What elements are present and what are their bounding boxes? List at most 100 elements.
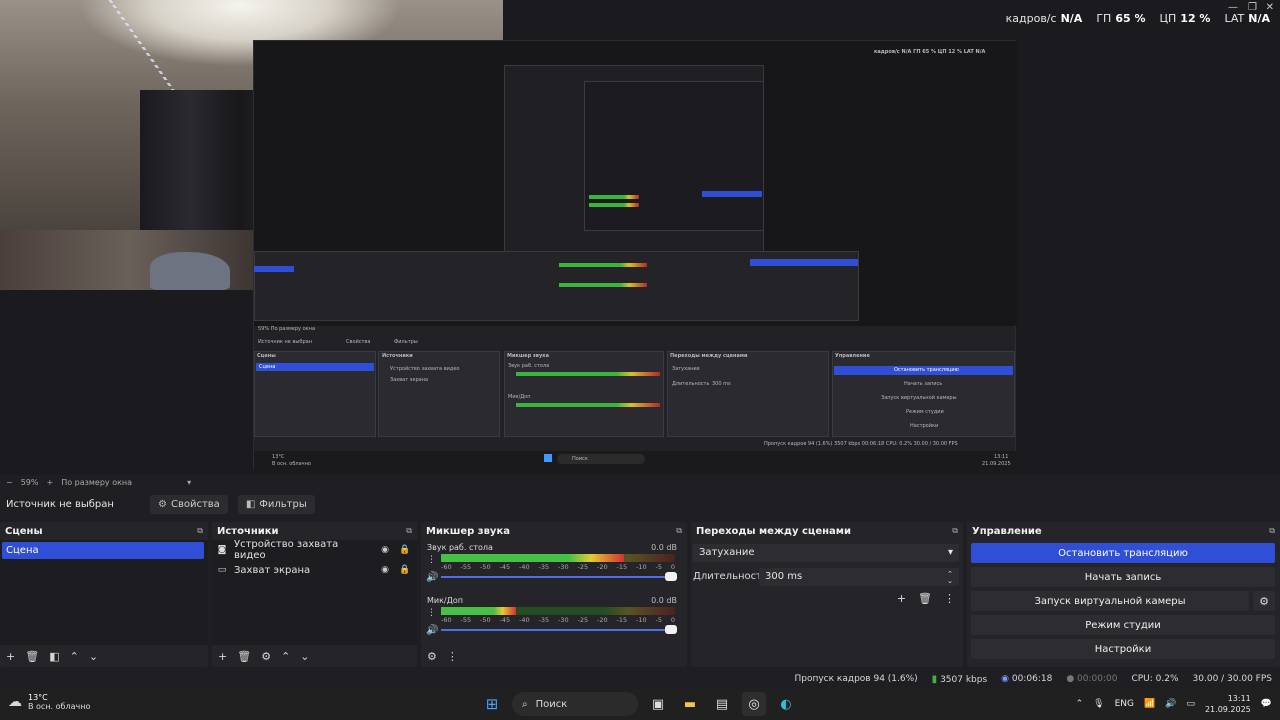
slider-handle[interactable] — [665, 572, 677, 581]
meter-tick-label: -35 — [538, 563, 550, 571]
stat-lat-label: LAT — [1224, 12, 1245, 25]
trash-icon[interactable]: 🗑 — [25, 650, 39, 663]
meter-tick-label: -5 — [655, 616, 662, 624]
meter-ticks: -60 -55 -50 -45 -40 -35 -30 -25 -20 -15 -10 -5 0 — [441, 616, 675, 626]
volume-slider[interactable] — [441, 572, 677, 581]
undock-icon[interactable]: ⧉ — [1269, 526, 1275, 536]
lock-icon[interactable]: 🔒 — [398, 565, 412, 575]
chevron-down-icon[interactable]: ⌄ — [89, 650, 98, 663]
mirror-stats: кадров/с N/A ГП 65 % ЦП 12 % LAT N/A — [874, 49, 986, 55]
zoom-in-icon[interactable]: + — [46, 478, 53, 487]
undock-icon[interactable]: ⧉ — [406, 526, 412, 536]
zoom-fit-select[interactable]: По размеру окна ▾ — [61, 478, 191, 487]
meter-tick-label: -50 — [480, 616, 491, 624]
mirror-fade: Затухание — [672, 366, 700, 372]
add-icon[interactable]: + — [218, 650, 227, 663]
trash-icon[interactable]: 🗑 — [918, 592, 932, 605]
chevron-up-icon[interactable]: ⌃ — [70, 650, 79, 663]
meter-tick-label: -25 — [577, 563, 589, 571]
duration-spinbox[interactable]: 300 ms ⌃ ⌄ — [759, 568, 959, 586]
mirror-ch1-meter — [516, 372, 660, 376]
transition-select[interactable]: Затухание ▾ — [693, 544, 959, 562]
trash-icon[interactable]: 🗑 — [237, 650, 251, 663]
volume-slider[interactable] — [441, 625, 677, 634]
eye-icon[interactable]: ◉ — [378, 565, 392, 575]
taskbar-search[interactable]: ⌕ Поиск — [512, 692, 638, 716]
source-name: Устройство захвата видео — [234, 539, 339, 561]
filters-label: Фильтры — [259, 498, 307, 510]
undock-icon[interactable]: ⧉ — [676, 526, 682, 536]
battery-icon[interactable]: ▭ — [1186, 699, 1195, 709]
chevron-up-icon[interactable]: ⌃ — [1076, 699, 1084, 709]
meter-tick-label: -30 — [558, 616, 569, 624]
eye-icon[interactable]: ◉ — [378, 545, 392, 555]
zoom-out-icon[interactable]: − — [6, 478, 13, 487]
mirror-no-source: Источник не выбран — [258, 339, 312, 345]
source-row-video-capture[interactable]: ◙ Устройство захвата видео ◉ 🔒 — [216, 539, 412, 561]
mirror-l2-meter — [559, 263, 647, 267]
settings-button[interactable]: Настройки — [971, 639, 1275, 659]
gear-icon[interactable]: ⚙ — [261, 650, 271, 663]
wifi-icon[interactable]: 📶 — [1144, 699, 1155, 709]
speaker-icon[interactable]: 🔊 — [426, 625, 438, 636]
spin-arrows-icon[interactable]: ⌃ ⌄ — [947, 571, 953, 585]
speaker-icon[interactable]: 🔊 — [426, 572, 438, 583]
scenes-title: Сцены — [5, 525, 43, 537]
scenes-header: Сцены ⧉ — [0, 522, 208, 540]
preview-canvas[interactable]: кадров/с N/A ГП 65 % ЦП 12 % LAT N/A 59%… — [0, 0, 1280, 475]
undock-icon[interactable]: ⧉ — [197, 526, 203, 536]
kebab-menu-icon[interactable]: ⋮ — [427, 555, 436, 565]
notifications-icon[interactable]: 💬 — [1261, 699, 1272, 709]
add-icon[interactable]: + — [6, 650, 15, 663]
meter-tick-label: -45 — [499, 563, 511, 571]
mirror-dur: Длительность — [672, 381, 710, 387]
studio-mode-button[interactable]: Режим студии — [971, 615, 1275, 635]
task-view-icon[interactable]: ▣ — [646, 692, 670, 716]
slider-handle[interactable] — [665, 625, 677, 634]
zoom-row: − 59% + По размеру окна ▾ — [0, 475, 1280, 489]
zoom-percent[interactable]: 59% — [21, 478, 39, 487]
virtual-camera-settings-button[interactable]: ⚙ — [1253, 591, 1275, 611]
filters-button[interactable]: ◧ Фильтры — [237, 494, 315, 514]
undock-icon[interactable]: ⧉ — [952, 526, 958, 536]
windows-start-icon[interactable]: ⊞ — [480, 692, 504, 716]
edge-browser-icon[interactable]: ◐ — [774, 692, 798, 716]
stop-streaming-button[interactable]: Остановить трансляцию — [971, 543, 1275, 563]
start-recording-button[interactable]: Начать запись — [971, 567, 1275, 587]
microphone-icon[interactable]: 🎙 — [1093, 699, 1104, 709]
volume-icon[interactable]: 🔊 — [1165, 699, 1176, 709]
properties-button[interactable]: ⚙ Свойства — [150, 494, 228, 514]
kebab-menu-icon[interactable]: ⋮ — [447, 650, 458, 663]
stream-icon: ◉ — [1001, 674, 1010, 684]
kebab-menu-icon[interactable]: ⋮ — [944, 592, 955, 605]
meter-tick-label: -5 — [655, 563, 662, 571]
mixer-channel-mic: Мик/Доп 0.0 dB ⋮ -60 -55 -50 -45 -40 -35 -30 -2… — [425, 596, 681, 646]
kebab-menu-icon[interactable]: ⋮ — [427, 608, 436, 618]
language-indicator[interactable]: ENG — [1115, 699, 1134, 709]
mirror-mixer-title: Микшер звука — [507, 353, 549, 359]
mirror-zoom: 59% По размеру окна — [258, 326, 315, 332]
scene-item[interactable]: Сцена — [2, 542, 204, 559]
start-virtual-camera-button[interactable]: Запуск виртуальной камеры — [971, 591, 1249, 611]
lock-icon[interactable]: 🔒 — [398, 545, 412, 555]
volume-meter-fill — [441, 554, 624, 562]
source-row-screen-capture[interactable]: ▭ Захват экрана ◉ 🔒 — [216, 561, 412, 579]
add-icon[interactable]: + — [897, 592, 906, 605]
weather-widget[interactable]: ☁ 13°C В осн. облачно — [8, 693, 90, 711]
mirror-search-box — [557, 454, 645, 464]
file-explorer-icon[interactable]: ▬ — [678, 692, 702, 716]
meter-tick-label: -60 — [441, 563, 452, 571]
obs-app-icon[interactable]: ◎ — [742, 692, 766, 716]
chevron-up-icon[interactable]: ⌃ — [281, 650, 290, 663]
clock[interactable]: 13:11 21.09.2025 — [1205, 693, 1251, 715]
stat-fps-value: N/A — [1060, 12, 1083, 25]
meter-tick-label: -35 — [538, 616, 550, 624]
chevron-down-icon[interactable]: ⌄ — [300, 650, 309, 663]
meter-tick-label: -55 — [460, 616, 472, 624]
mirror-ctrl-title: Управление — [835, 353, 870, 359]
advanced-audio-icon[interactable]: ⚙ — [427, 650, 437, 663]
app-window-icon[interactable]: ▤ — [710, 692, 734, 716]
filter-icon[interactable]: ◧ — [49, 650, 59, 663]
meter-tick-label: -25 — [577, 616, 589, 624]
duration-value: 300 ms — [765, 571, 803, 582]
